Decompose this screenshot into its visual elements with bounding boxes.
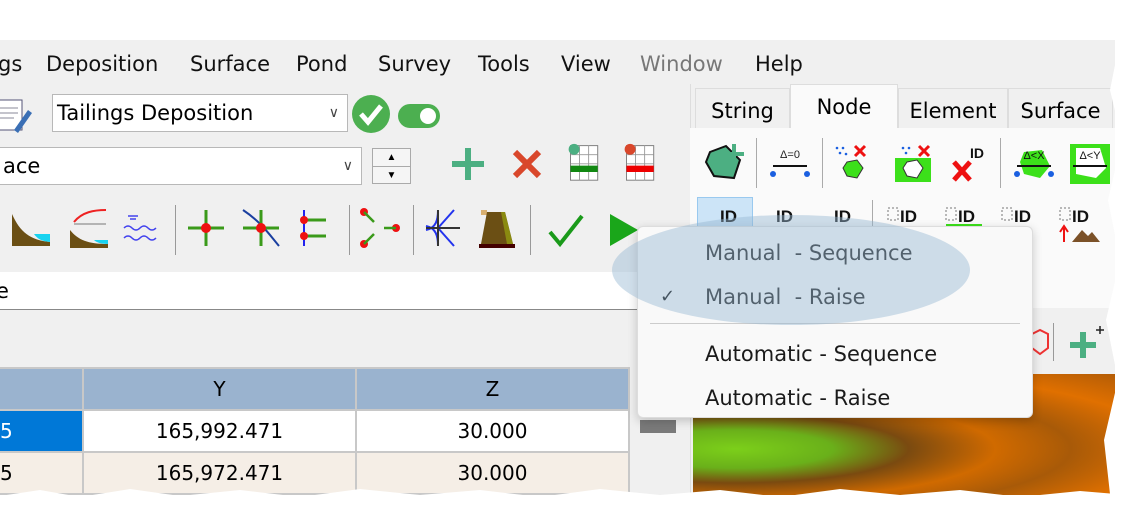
menu-window: Window [640,52,723,76]
menu-tools[interactable]: Tools [478,52,530,76]
chevron-down-icon: ∨ [328,105,339,121]
check-circle-icon[interactable] [351,94,391,134]
filter-field[interactable]: e [0,272,690,310]
delta-less-y-label: Δ<Y [1079,150,1101,162]
scroll-handle[interactable] [640,420,676,433]
delta-less-x-label: Δ<X [1023,150,1045,162]
separator [175,205,176,255]
column-header-x[interactable] [0,367,84,411]
surface-select-value: ace [3,154,41,178]
separator [756,138,757,188]
order-spinner[interactable]: ▲ ▼ [372,148,411,184]
table-row[interactable]: 5 165,972.471 30.000 [0,451,630,495]
svg-text:ID: ID [900,207,917,226]
tab-element[interactable]: Element [898,88,1008,128]
menu-settings[interactable]: gs [0,52,22,76]
thin-nodes-inside-icon[interactable]: Δ<X [1014,144,1054,184]
svg-text:ID: ID [1014,207,1031,226]
nodes-table: YZ 5 165,992.471 30.000 5 165,972.471 30.000 [0,367,630,495]
embankment-icon[interactable] [477,208,517,248]
merge-nodes-icon[interactable] [360,208,400,248]
cell-x[interactable]: 5 [0,451,84,495]
menu-pond[interactable]: Pond [296,52,347,76]
column-header-z[interactable]: Z [355,367,630,411]
tab-string[interactable]: String [695,88,790,128]
id-label: ID [970,145,984,161]
offset-nodes-icon[interactable] [296,208,336,248]
menu-survey[interactable]: Survey [378,52,451,76]
menu-separator [650,323,1020,324]
move-node-on-line-icon[interactable] [241,208,281,248]
spin-down-icon[interactable]: ▼ [373,166,410,184]
delete-row-icon[interactable] [621,142,661,182]
menu-view[interactable]: View [561,52,611,76]
edit-document-icon[interactable] [0,96,34,136]
chevron-down-icon: ∨ [342,158,353,174]
filter-field-value: e [0,279,9,303]
add-row-icon[interactable] [565,142,605,182]
menu-help[interactable]: Help [755,52,803,76]
column-header-y[interactable]: Y [82,367,357,411]
svg-text:ID: ID [1072,207,1089,226]
beach-profile-icon[interactable] [68,208,108,248]
menu-item-automatic-raise[interactable]: Automatic - Raise [705,378,890,418]
water-level-icon[interactable] [122,208,162,248]
table-header-row: YZ [0,367,630,411]
thin-nodes-outside-icon[interactable]: Δ<Y [1070,144,1110,184]
add-nodes-polygon-icon[interactable] [704,142,744,182]
mode-select-value: Tailings Deposition [57,101,254,125]
delete-points-outside-icon[interactable] [893,144,933,184]
separator [530,205,531,255]
move-node-icon[interactable] [186,208,226,248]
separator [349,205,350,255]
id-label: ID [720,207,737,226]
apply-check-icon[interactable] [546,210,586,250]
deposition-mode-dropdown: Manual - Sequence ✓ Manual - Raise Autom… [637,226,1033,418]
beach-slope-icon[interactable] [10,208,50,248]
table-row[interactable]: 5 165,992.471 30.000 [0,409,630,453]
enable-toggle[interactable] [398,104,440,128]
menu-item-manual-raise[interactable]: Manual - Raise [705,277,866,317]
cell-x[interactable]: 5 [0,409,84,453]
delete-icon[interactable] [507,144,547,184]
delete-by-id-icon[interactable]: ID [950,144,990,184]
menu-item-automatic-sequence[interactable]: Automatic - Sequence [705,334,937,374]
cell-y[interactable]: 165,992.471 [82,409,357,453]
cell-z[interactable]: 30.000 [355,409,630,453]
tab-node[interactable]: Node [790,84,898,130]
box-3d-icon[interactable] [1030,328,1050,356]
separator [822,138,823,188]
separator [1000,138,1001,188]
tab-surface[interactable]: Surface [1008,88,1113,128]
cell-y[interactable]: 165,972.471 [82,451,357,495]
cell-z[interactable]: 30.000 [355,451,630,495]
equalize-distance-icon[interactable]: Δ=0 [770,144,810,184]
menu-deposition[interactable]: Deposition [46,52,158,76]
separator [1053,323,1054,361]
menu-surface[interactable]: Surface [190,52,270,76]
menu-item-manual-sequence[interactable]: Manual - Sequence [705,233,913,273]
check-icon: ✓ [660,286,676,307]
add-icon[interactable] [448,144,488,184]
id-label: ID [776,207,793,226]
delta-zero-label: Δ=0 [780,149,800,161]
surface-select[interactable]: ace ∨ [0,147,362,185]
mode-select[interactable]: Tailings Deposition ∨ [52,94,348,132]
svg-text:ID: ID [958,207,975,226]
id-label: ID [834,207,851,226]
intersect-icon[interactable] [424,208,464,248]
separator [413,205,414,255]
add-layer-icon[interactable] [1068,324,1108,360]
spin-up-icon[interactable]: ▲ [373,149,410,166]
delete-points-inside-icon[interactable] [833,144,873,184]
